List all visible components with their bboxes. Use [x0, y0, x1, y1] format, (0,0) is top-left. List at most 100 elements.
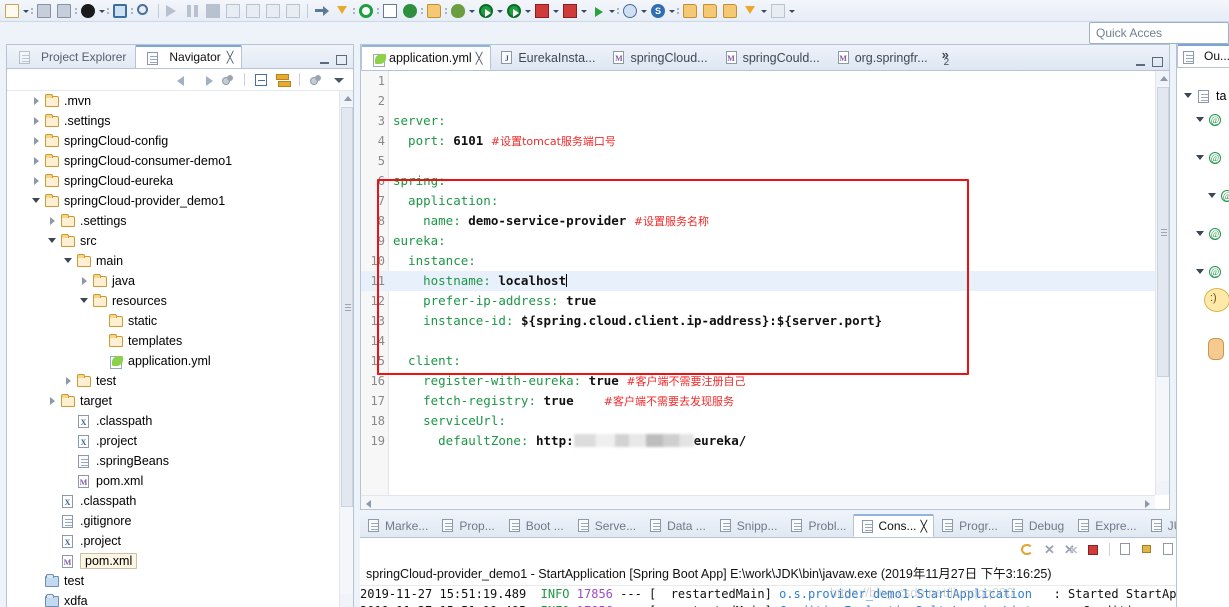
link-with-editor-button[interactable]	[274, 72, 292, 88]
chevron-down-icon[interactable]	[1207, 186, 1219, 206]
navigator-tree[interactable]: .mvn .settings springCloud-config springClo…	[7, 91, 353, 607]
outline-item[interactable]: ta	[1177, 86, 1229, 106]
close-icon[interactable]: ╳	[227, 51, 234, 64]
remove-all-terminated-button[interactable]: ✕ ✕	[1062, 541, 1081, 558]
code-line[interactable]: 15 client:	[361, 351, 1169, 371]
scroll-right-button[interactable]	[1141, 496, 1155, 509]
tree-item-springcloud-consumer-demo1[interactable]: springCloud-consumer-demo1	[7, 151, 353, 171]
tree-item-target[interactable]: target	[7, 391, 353, 411]
code-line[interactable]: 10 instance:	[361, 251, 1169, 271]
chevron-right-icon[interactable]	[31, 91, 43, 111]
code-editor[interactable]: 1 2 3 server: 4 port: 6101 #设置tomcat服务端口号 5 6 s…	[361, 71, 1169, 509]
gray-tag-dropdown[interactable]	[788, 2, 796, 20]
up-button[interactable]	[219, 72, 237, 88]
clear-console-button[interactable]	[1116, 541, 1135, 558]
chevron-right-icon[interactable]	[31, 131, 43, 151]
open-folder2-icon[interactable]	[701, 2, 719, 20]
chevron-right-icon[interactable]	[31, 151, 43, 171]
chevron-right-icon[interactable]	[79, 271, 91, 291]
tree-item-pom-xml[interactable]: Mpom.xml	[7, 471, 353, 491]
coverage-dropdown-arrow[interactable]	[524, 2, 532, 20]
gray-tag-icon[interactable]	[769, 2, 787, 20]
scroll-down-button[interactable]	[340, 594, 353, 607]
coverage-icon[interactable]	[505, 2, 523, 20]
scrollbar-thumb[interactable]	[1157, 87, 1169, 377]
tree-item-resources[interactable]: resources	[7, 291, 353, 311]
outline-item[interactable]: @	[1177, 224, 1229, 244]
console-tab-boot-[interactable]: Boot ...	[501, 514, 570, 537]
console-tab-marke-[interactable]: Marke...	[360, 514, 434, 537]
profile-icon[interactable]	[533, 2, 551, 20]
code-line[interactable]: 13 instance-id: ${spring.cloud.client.ip…	[361, 311, 1169, 331]
search-s-icon[interactable]: S	[649, 2, 667, 20]
scroll-lock-button[interactable]	[1138, 541, 1157, 558]
editor-tab-springcould-[interactable]: MspringCould...	[716, 45, 828, 70]
search-icon[interactable]	[135, 2, 153, 20]
new-icon[interactable]	[3, 2, 21, 20]
editor-tab-eurekainsta-[interactable]: J EurekaInsta...	[491, 45, 603, 70]
run-arrow-dropdown[interactable]	[608, 2, 616, 20]
console-tab-probl-[interactable]: Probl...	[783, 514, 852, 537]
tree-item--mvn[interactable]: .mvn	[7, 91, 353, 111]
terminate-icon[interactable]	[204, 2, 222, 20]
code-line[interactable]: 4 port: 6101 #设置tomcat服务端口号	[361, 131, 1169, 151]
view-menu-button[interactable]	[329, 72, 347, 88]
tree-item-main[interactable]: main	[7, 251, 353, 271]
close-icon[interactable]: ╳	[921, 520, 928, 533]
console-tab-debug[interactable]: Debug	[1004, 514, 1070, 537]
tree-item-springcloud-provider-demo1[interactable]: springCloud-provider_demo1	[7, 191, 353, 211]
view-menu-filters-button[interactable]	[307, 72, 325, 88]
yellow-tag-dropdown[interactable]	[760, 2, 768, 20]
navigator-vertical-scrollbar[interactable]	[339, 91, 353, 607]
console-tab-expre-[interactable]: Expre...	[1070, 514, 1142, 537]
scroll-down-button[interactable]	[1156, 481, 1169, 495]
tree-item-src[interactable]: src	[7, 231, 353, 251]
next-annotation-icon[interactable]	[313, 2, 331, 20]
code-line[interactable]: 2	[361, 91, 1169, 111]
code-line[interactable]: 19 defaultZone: http: eureka/	[361, 431, 1169, 451]
yellow-tag-icon[interactable]	[741, 2, 759, 20]
console-tab-progr-[interactable]: Progr...	[934, 514, 1004, 537]
run-as-dropdown-arrow[interactable]	[496, 2, 504, 20]
search-s-dropdown-arrow[interactable]	[668, 2, 676, 20]
editor-tab-springcloud-[interactable]: MspringCloud...	[603, 45, 715, 70]
run-icon[interactable]	[357, 2, 375, 20]
tab-project-explorer[interactable]: Project Explorer	[7, 45, 135, 68]
save-icon[interactable]	[35, 2, 53, 20]
step-return-icon[interactable]	[284, 2, 302, 20]
chevron-down-icon[interactable]	[1195, 110, 1207, 130]
editor-tab-org-springfr-[interactable]: Morg.springfr...	[828, 45, 936, 70]
tree-item-pom-xml[interactable]: Mpom.xml	[7, 551, 353, 571]
tree-item-static[interactable]: static	[7, 311, 353, 331]
previous-annotation-icon[interactable]	[333, 2, 351, 20]
stop-button[interactable]	[1084, 541, 1103, 558]
editor-tab-application-yml[interactable]: application.yml ╳	[361, 45, 492, 70]
run-green-arrow-icon[interactable]	[589, 2, 607, 20]
code-line[interactable]: 5	[361, 151, 1169, 171]
code-line[interactable]: 6 spring:	[361, 171, 1169, 191]
open-task-icon[interactable]	[381, 2, 399, 20]
console-tab-serve-[interactable]: Serve...	[570, 514, 642, 537]
relaunch-button[interactable]	[1018, 541, 1037, 558]
code-line[interactable]: 12 prefer-ip-address: true	[361, 291, 1169, 311]
code-line[interactable]: 7 application:	[361, 191, 1169, 211]
step-into-icon[interactable]	[244, 2, 262, 20]
tab-navigator[interactable]: Navigator ╳	[135, 45, 243, 68]
scroll-up-button[interactable]	[1156, 71, 1169, 85]
tree-item--project[interactable]: X .project	[7, 531, 353, 551]
scrollbar-thumb[interactable]	[341, 107, 353, 507]
chevron-down-icon[interactable]	[47, 231, 59, 251]
tab-outline[interactable]: Ou...	[1177, 44, 1229, 67]
tree-item-templates[interactable]: templates	[7, 331, 353, 351]
open-resource-icon[interactable]	[425, 2, 443, 20]
more-tabs-button[interactable]: » 2	[936, 45, 962, 70]
debug-dropdown-arrow[interactable]	[468, 2, 476, 20]
chevron-down-icon[interactable]	[63, 251, 75, 271]
chevron-right-icon[interactable]	[47, 211, 59, 231]
chevron-down-icon[interactable]	[1195, 224, 1207, 244]
new-dropdown-arrow[interactable]	[22, 2, 30, 20]
outline-tree[interactable]: ta @ @ @ @ @	[1177, 68, 1229, 606]
code-line[interactable]: 17 fetch-registry: true #客户端不需要去发现服务	[361, 391, 1169, 411]
chevron-down-icon[interactable]	[1195, 148, 1207, 168]
maximize-button[interactable]	[336, 55, 347, 65]
